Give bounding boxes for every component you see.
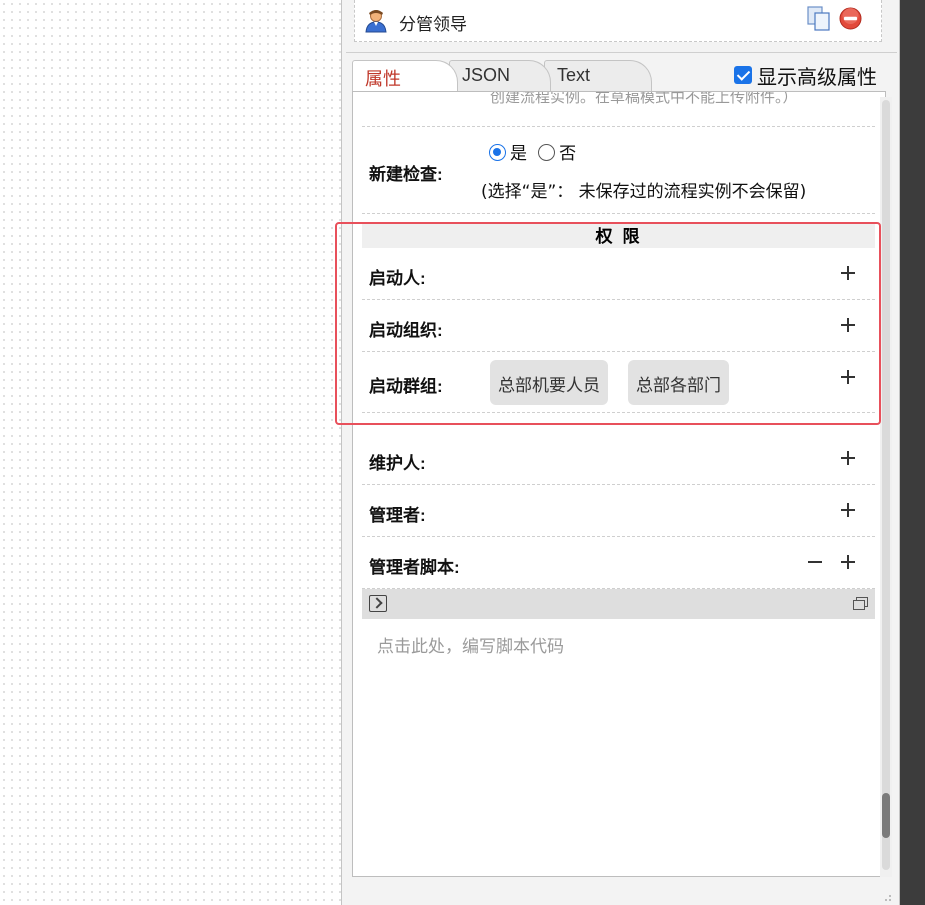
manager-script-label: 管理者脚本:	[369, 558, 460, 577]
collapse-script-minus-icon[interactable]	[808, 555, 822, 569]
window-edge	[900, 0, 925, 905]
starter-org-row: 启动组织:	[362, 300, 875, 352]
radio-yes[interactable]	[489, 144, 506, 161]
remove-icon[interactable]	[839, 7, 862, 30]
add-starter-group-plus-icon[interactable]	[841, 370, 855, 384]
cut-text: 创建流程实例。在草稿模式中不能上传附件。）	[490, 91, 798, 106]
tab-text[interactable]: Text	[544, 60, 652, 91]
advanced-toggle[interactable]: 显示高级属性	[734, 62, 877, 89]
role-name: 分管领导	[399, 15, 467, 35]
manager-row: 管理者:	[362, 485, 875, 537]
starter-group-label: 启动群组:	[369, 377, 443, 396]
role-item[interactable]: 分管领导	[354, 0, 882, 42]
starter-label: 启动人:	[369, 269, 426, 288]
new-check-options: 是 否	[489, 139, 582, 164]
maximize-icon[interactable]	[853, 597, 868, 610]
tab-properties[interactable]: 属性	[352, 60, 458, 91]
copy-icon[interactable]	[807, 6, 831, 32]
resize-grip-icon[interactable]	[880, 890, 892, 902]
radio-no[interactable]	[538, 144, 556, 161]
new-check-note: (选择“是”： 未保存过的流程实例不会保留)	[481, 182, 807, 202]
permissions-header: 权 限	[362, 222, 875, 248]
scrollbar-rail	[882, 100, 890, 870]
user-icon	[365, 10, 387, 33]
properties-content: 创建流程实例。在草稿模式中不能上传附件。） 新建检查: 是 否 (选择“是”： …	[352, 91, 886, 877]
group-chip[interactable]: 总部各部门	[628, 360, 729, 405]
advanced-checkbox[interactable]	[734, 66, 752, 84]
manager-label: 管理者:	[369, 506, 426, 525]
radio-no-label: 否	[559, 144, 577, 164]
maintainer-row: 维护人:	[362, 433, 875, 485]
maintainer-label: 维护人:	[369, 454, 426, 473]
add-maintainer-plus-icon[interactable]	[841, 451, 855, 465]
property-panel: 分管领导 属性 JSON Text 显示高级属性 创建流程实例。在草稿模式中不能…	[341, 0, 900, 905]
terminal-icon[interactable]	[369, 595, 387, 612]
add-manager-plus-icon[interactable]	[841, 503, 855, 517]
advanced-label: 显示高级属性	[757, 64, 877, 89]
radio-yes-label: 是	[510, 144, 527, 164]
add-script-plus-icon[interactable]	[841, 555, 855, 569]
starter-org-label: 启动组织:	[369, 321, 443, 340]
tab-json[interactable]: JSON	[449, 60, 551, 91]
manager-script-row: 管理者脚本:	[362, 537, 875, 589]
divider	[346, 52, 897, 53]
cut-row: 创建流程实例。在草稿模式中不能上传附件。）	[362, 92, 875, 127]
scrollbar-thumb[interactable]	[882, 793, 890, 838]
add-starter-plus-icon[interactable]	[841, 266, 855, 280]
group-chip[interactable]: 总部机要人员	[490, 360, 608, 405]
new-check-row: 新建检查: 是 否 (选择“是”： 未保存过的流程实例不会保留)	[362, 127, 875, 214]
starter-row: 启动人:	[362, 248, 875, 300]
script-toolbar	[362, 589, 875, 619]
script-editor[interactable]: 点击此处，编写脚本代码	[377, 632, 564, 657]
new-check-label: 新建检查:	[369, 165, 443, 184]
add-starter-org-plus-icon[interactable]	[841, 318, 855, 332]
starter-group-row: 启动群组:	[362, 352, 875, 413]
